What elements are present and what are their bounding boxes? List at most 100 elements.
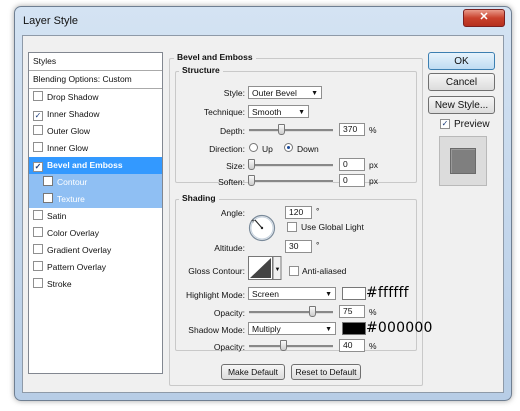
- style-item-color-overlay[interactable]: Color Overlay: [29, 225, 162, 242]
- style-item-checkbox[interactable]: ✓: [33, 111, 43, 121]
- shadow-color-swatch[interactable]: [342, 322, 366, 335]
- style-item-checkbox[interactable]: [33, 210, 43, 220]
- style-item-inner-shadow[interactable]: ✓ Inner Shadow: [29, 106, 162, 123]
- technique-select[interactable]: Smooth ▼: [248, 105, 309, 118]
- style-item-contour[interactable]: Contour: [29, 174, 162, 191]
- depth-input[interactable]: 370: [339, 123, 365, 136]
- size-slider-track[interactable]: [249, 164, 333, 167]
- direction-label: Direction:: [209, 144, 245, 154]
- style-item-checkbox[interactable]: [43, 193, 53, 203]
- style-item-label: Gradient Overlay: [47, 245, 112, 255]
- shadow-opacity-track[interactable]: [249, 345, 333, 348]
- style-item-checkbox[interactable]: [33, 91, 43, 101]
- svg-text:▼: ▼: [275, 267, 281, 273]
- soften-label: Soften:: [218, 177, 245, 187]
- highlight-opacity-track[interactable]: [249, 311, 333, 314]
- chevron-down-icon: ▼: [325, 291, 332, 298]
- angle-label: Angle:: [220, 208, 245, 218]
- styles-header[interactable]: Styles: [29, 53, 162, 71]
- preview-box: [439, 136, 487, 186]
- blending-options-item[interactable]: Blending Options: Custom: [29, 71, 162, 89]
- direction-down-radio[interactable]: [284, 143, 293, 152]
- style-item-checkbox[interactable]: [33, 125, 43, 135]
- angle-input[interactable]: 120: [285, 206, 312, 219]
- style-select[interactable]: Outer Bevel ▼: [248, 86, 322, 99]
- depth-unit: %: [369, 125, 377, 135]
- style-label: Style:: [223, 88, 245, 98]
- technique-label: Technique:: [203, 107, 245, 117]
- highlight-mode-select[interactable]: Screen ▼: [248, 287, 336, 300]
- chevron-down-icon: ▼: [325, 326, 332, 333]
- highlight-opacity-input[interactable]: 75: [339, 305, 365, 318]
- style-item-bevel-and-emboss[interactable]: ✓ Bevel and Emboss: [29, 157, 162, 174]
- style-item-checkbox[interactable]: [33, 142, 43, 152]
- soften-slider-thumb[interactable]: [248, 175, 255, 186]
- style-item-label: Bevel and Emboss: [47, 160, 123, 170]
- technique-select-value: Smooth: [252, 107, 282, 117]
- style-item-drop-shadow[interactable]: Drop Shadow: [29, 89, 162, 106]
- altitude-input[interactable]: 30: [285, 240, 312, 253]
- anti-aliased-checkbox[interactable]: [289, 266, 299, 276]
- style-item-label: Satin: [47, 211, 67, 221]
- styles-list: Styles Blending Options: Custom Drop Sha…: [28, 52, 163, 374]
- style-item-label: Stroke: [47, 279, 72, 289]
- depth-slider-track[interactable]: [249, 129, 333, 132]
- highlight-opacity-thumb[interactable]: [309, 306, 316, 317]
- chevron-down-icon: ▼: [311, 90, 318, 97]
- style-item-texture[interactable]: Texture: [29, 191, 162, 208]
- angle-dial[interactable]: +: [248, 214, 276, 242]
- bevel-emboss-title: Bevel and Emboss: [174, 52, 256, 62]
- depth-label: Depth:: [219, 126, 245, 136]
- style-item-checkbox[interactable]: [33, 278, 43, 288]
- cancel-button[interactable]: Cancel: [428, 73, 495, 91]
- depth-slider-thumb[interactable]: [278, 124, 285, 135]
- global-light-checkbox[interactable]: [287, 222, 297, 232]
- style-item-inner-glow[interactable]: Inner Glow: [29, 140, 162, 157]
- style-item-pattern-overlay[interactable]: Pattern Overlay: [29, 259, 162, 276]
- soften-input[interactable]: 0: [339, 174, 365, 187]
- soften-unit: px: [369, 176, 378, 186]
- new-style-button[interactable]: New Style...: [428, 96, 495, 114]
- highlight-hex-label: #ffffff: [366, 285, 409, 301]
- structure-title: Structure: [179, 65, 223, 75]
- style-select-value: Outer Bevel: [252, 88, 297, 98]
- size-input[interactable]: 0: [339, 158, 365, 171]
- altitude-label: Altitude:: [214, 243, 245, 253]
- direction-up-radio[interactable]: [249, 143, 258, 152]
- style-item-checkbox[interactable]: [33, 227, 43, 237]
- title-bar[interactable]: Layer Style ✕: [15, 7, 511, 35]
- shadow-opacity-unit: %: [369, 341, 377, 351]
- style-item-label: Texture: [57, 194, 85, 204]
- style-item-outer-glow[interactable]: Outer Glow: [29, 123, 162, 140]
- style-item-checkbox[interactable]: [43, 176, 53, 186]
- style-item-checkbox[interactable]: [33, 261, 43, 271]
- reset-to-default-button[interactable]: Reset to Default: [291, 364, 361, 380]
- style-item-checkbox[interactable]: ✓: [33, 162, 43, 172]
- soften-slider-track[interactable]: [249, 180, 333, 183]
- ok-button[interactable]: OK: [428, 52, 495, 70]
- make-default-button[interactable]: Make Default: [221, 364, 285, 380]
- close-button[interactable]: ✕: [463, 9, 505, 27]
- shadow-opacity-label: Opacity:: [213, 342, 245, 352]
- close-icon: ✕: [479, 11, 489, 23]
- style-item-gradient-overlay[interactable]: Gradient Overlay: [29, 242, 162, 259]
- shadow-opacity-thumb[interactable]: [280, 340, 287, 351]
- anti-aliased-label: Anti-aliased: [302, 266, 347, 276]
- svg-text:+: +: [251, 218, 255, 225]
- style-item-label: Drop Shadow: [47, 92, 99, 102]
- chevron-down-icon: ▼: [298, 109, 305, 116]
- style-item-stroke[interactable]: Stroke: [29, 276, 162, 293]
- shadow-mode-select[interactable]: Multiply ▼: [248, 322, 336, 335]
- highlight-color-swatch[interactable]: [342, 287, 366, 300]
- style-item-label: Color Overlay: [47, 228, 99, 238]
- style-item-checkbox[interactable]: [33, 244, 43, 254]
- size-slider-thumb[interactable]: [248, 159, 255, 170]
- size-label: Size:: [226, 161, 245, 171]
- altitude-unit: °: [316, 240, 320, 250]
- style-item-satin[interactable]: Satin: [29, 208, 162, 225]
- gloss-contour-picker[interactable]: ▼: [248, 256, 282, 280]
- shadow-opacity-input[interactable]: 40: [339, 339, 365, 352]
- style-item-label: Contour: [57, 177, 88, 187]
- preview-checkbox[interactable]: ✓: [440, 119, 450, 129]
- style-item-label: Outer Glow: [47, 126, 90, 136]
